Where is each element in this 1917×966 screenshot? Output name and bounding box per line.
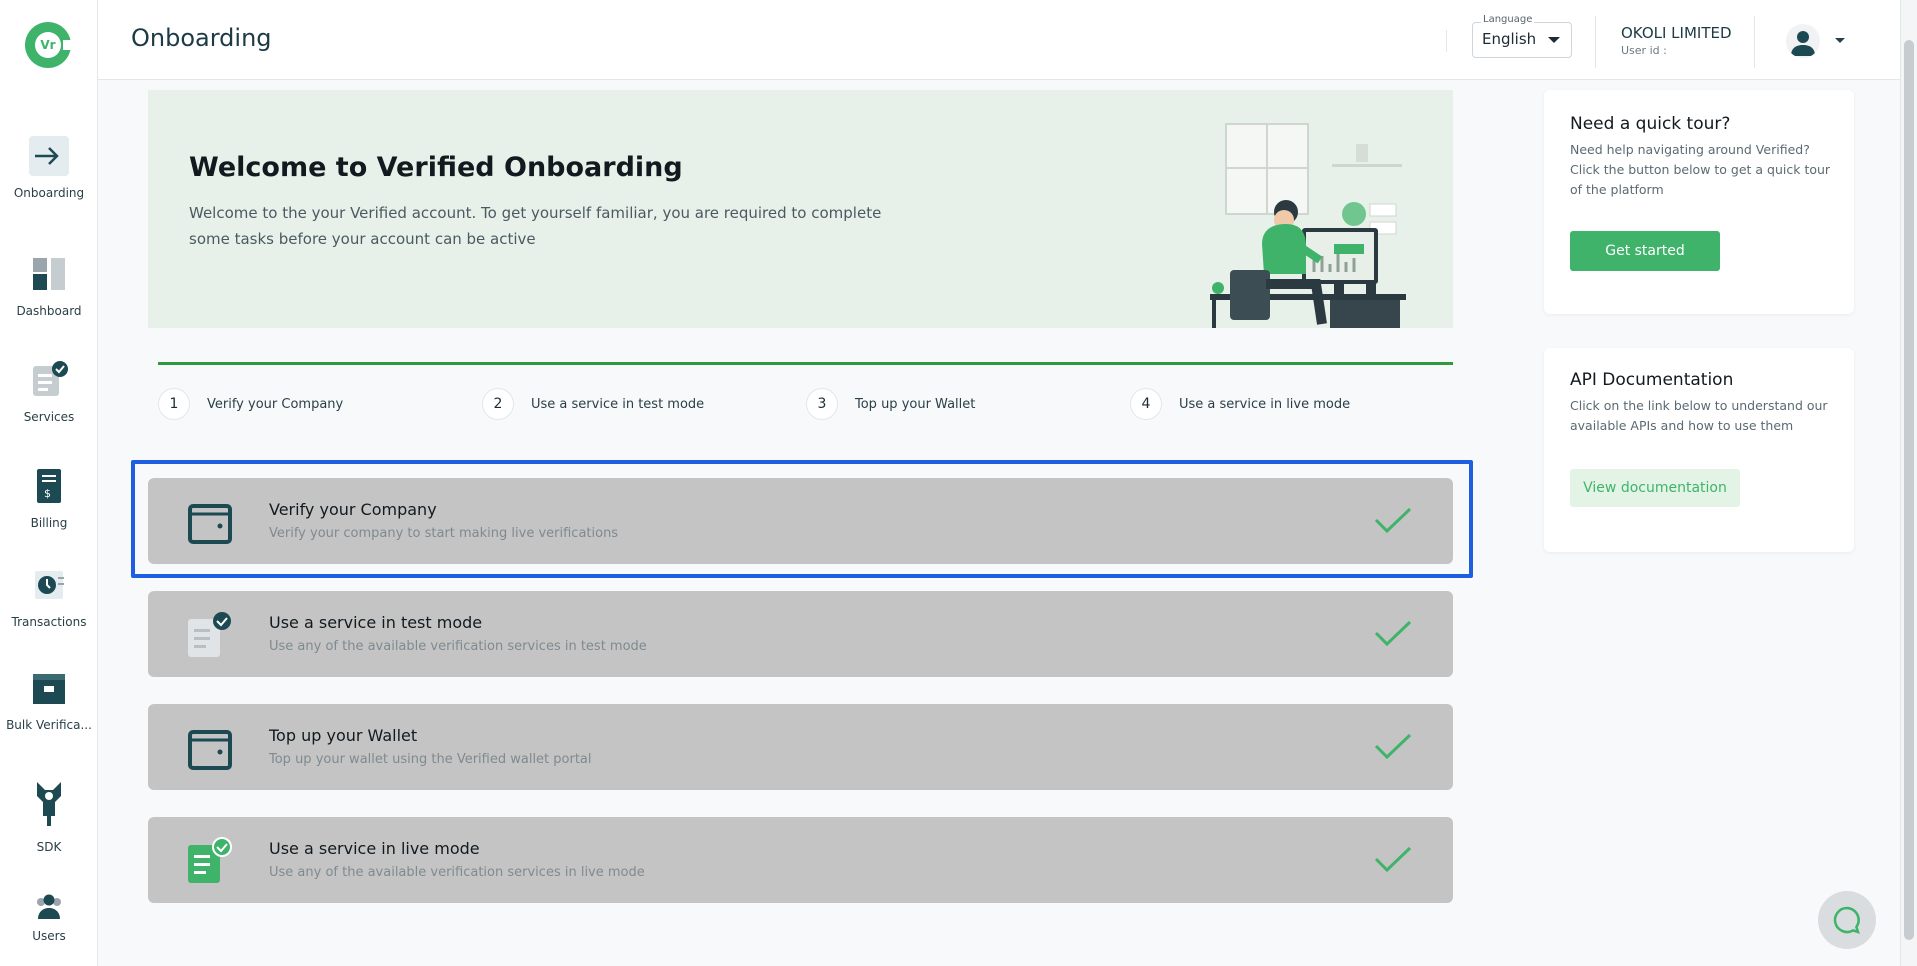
step-4[interactable]: 4 Use a service in live mode	[1130, 388, 1350, 420]
step-1[interactable]: 1 Verify your Company	[158, 388, 343, 420]
task-subtitle: Top up your wallet using the Verified wa…	[269, 752, 592, 767]
quick-tour-panel: Need a quick tour? Need help navigating …	[1544, 90, 1854, 314]
bulk-verification-icon	[27, 666, 71, 710]
task-title: Use a service in live mode	[269, 839, 480, 858]
sidebar-item-label: Bulk Verifica...	[6, 718, 92, 732]
page-title: Onboarding	[131, 24, 272, 52]
language-value[interactable]: English	[1482, 30, 1536, 48]
wallet-icon	[186, 498, 234, 546]
sidebar-item-label: SDK	[36, 840, 62, 854]
sidebar-item-sdk[interactable]: SDK	[0, 778, 98, 854]
checkmark-icon	[1373, 845, 1413, 875]
quick-tour-description: Need help navigating around Verified? Cl…	[1570, 142, 1831, 197]
task-card-test-mode[interactable]: Use a service in test mode Use any of th…	[148, 591, 1453, 677]
step-number: 3	[806, 388, 838, 420]
task-subtitle: Use any of the available verification se…	[269, 639, 647, 654]
stepper-progress-line	[158, 362, 1453, 365]
sidebar-item-label: Services	[23, 410, 75, 424]
user-id-label: User id :	[1621, 44, 1667, 57]
divider	[1595, 16, 1596, 68]
task-card-live-mode[interactable]: Use a service in live mode Use any of th…	[148, 817, 1453, 903]
task-title: Top up your Wallet	[269, 726, 418, 745]
quick-tour-title: Need a quick tour?	[1570, 114, 1731, 134]
transactions-icon	[27, 563, 71, 607]
billing-icon: $	[27, 464, 71, 508]
sidebar-item-label: Onboarding	[13, 186, 85, 200]
checkmark-icon	[1373, 732, 1413, 762]
get-started-button[interactable]: Get started	[1570, 231, 1720, 271]
sidebar-item-bulk-verification[interactable]: Bulk Verifica...	[0, 666, 98, 732]
task-subtitle: Use any of the available verification se…	[269, 865, 645, 880]
step-label: Top up your Wallet	[855, 396, 976, 412]
task-title: Use a service in test mode	[269, 613, 483, 632]
welcome-banner: Welcome to Verified Onboarding Welcome t…	[148, 90, 1453, 328]
arrow-right-icon	[27, 134, 71, 178]
sidebar-item-label: Transactions	[11, 615, 87, 629]
dashboard-icon	[27, 252, 71, 296]
chat-icon	[1833, 906, 1860, 934]
step-label: Verify your Company	[207, 396, 344, 412]
sidebar: Vr Onboarding Dashboard Services $ Billi…	[0, 0, 98, 966]
users-icon	[27, 893, 71, 921]
sidebar-item-transactions[interactable]: Transactions	[0, 563, 98, 629]
step-number: 2	[482, 388, 514, 420]
checkmark-icon	[1373, 506, 1413, 536]
api-docs-description: Click on the link below to understand ou…	[1570, 398, 1828, 433]
sidebar-item-label: Users	[32, 929, 66, 943]
task-title: Verify your Company	[269, 500, 437, 519]
divider	[1754, 16, 1755, 68]
sidebar-item-label: Dashboard	[16, 304, 82, 318]
company-name: OKOLI LIMITED	[1621, 24, 1732, 42]
view-documentation-button[interactable]: View documentation	[1570, 469, 1740, 507]
wallet-icon	[186, 724, 234, 772]
sidebar-item-billing[interactable]: $ Billing	[0, 464, 98, 530]
task-subtitle: Verify your company to start making live…	[269, 526, 619, 541]
divider	[1446, 30, 1447, 52]
checkmark-icon	[1373, 619, 1413, 649]
app-logo[interactable]: Vr	[25, 22, 73, 68]
avatar[interactable]	[1786, 24, 1820, 58]
sdk-icon	[27, 778, 71, 832]
sidebar-item-users[interactable]: Users	[0, 893, 98, 943]
step-label: Use a service in live mode	[1179, 396, 1351, 412]
scrollbar-thumb[interactable]	[1904, 40, 1914, 940]
sidebar-item-onboarding[interactable]: Onboarding	[0, 134, 98, 200]
language-caption: Language	[1481, 14, 1535, 25]
step-label: Use a service in test mode	[531, 396, 705, 412]
step-2[interactable]: 2 Use a service in test mode	[482, 388, 704, 420]
vertical-scrollbar[interactable]	[1900, 0, 1917, 966]
welcome-title: Welcome to Verified Onboarding	[189, 152, 683, 183]
sidebar-item-label: Billing	[30, 516, 68, 530]
api-docs-title: API Documentation	[1570, 370, 1734, 390]
top-header: Onboarding Language English OKOLI LIMITE…	[98, 0, 1900, 80]
step-3[interactable]: 3 Top up your Wallet	[806, 388, 975, 420]
api-documentation-panel: API Documentation Click on the link belo…	[1544, 348, 1854, 552]
svg-text:$: $	[44, 487, 51, 500]
user-icon	[1791, 31, 1815, 56]
logo-text: Vr	[35, 32, 61, 58]
welcome-description: Welcome to the your Verified account. To…	[189, 204, 882, 248]
onboarding-stepper: 1 Verify your Company 2 Use a service in…	[158, 362, 1453, 422]
chat-button[interactable]	[1818, 891, 1876, 949]
task-card-top-up-wallet[interactable]: Top up your Wallet Top up your wallet us…	[148, 704, 1453, 790]
step-number: 4	[1130, 388, 1162, 420]
test-service-icon	[186, 611, 234, 659]
sidebar-item-dashboard[interactable]: Dashboard	[0, 252, 98, 318]
step-number: 1	[158, 388, 190, 420]
avatar-chevron-down-icon[interactable]	[1835, 38, 1845, 43]
task-card-verify-company[interactable]: Verify your Company Verify your company …	[148, 478, 1453, 564]
workspace-illustration	[1206, 116, 1406, 328]
live-service-icon	[186, 837, 234, 885]
sidebar-item-services[interactable]: Services	[0, 358, 98, 424]
chevron-down-icon[interactable]	[1548, 37, 1560, 43]
services-icon	[27, 358, 71, 402]
